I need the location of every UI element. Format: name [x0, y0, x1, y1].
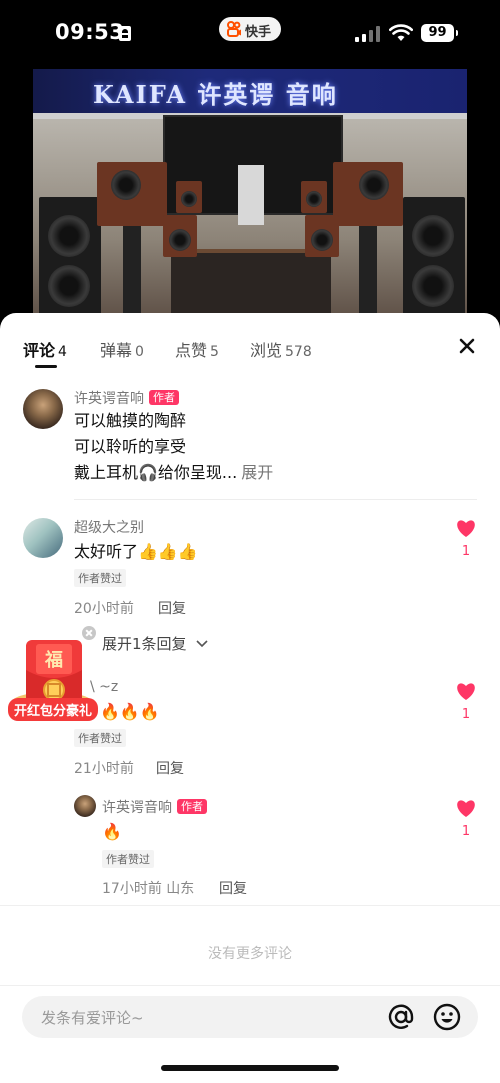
- like-button[interactable]: 1: [451, 518, 481, 559]
- comment-text: 太好听了👍👍👍: [74, 542, 198, 561]
- tab-views[interactable]: 浏览 578: [250, 337, 312, 361]
- like-count: 1: [461, 824, 471, 839]
- divider: [74, 499, 477, 500]
- comment-text: 🔥🔥🔥: [100, 702, 160, 721]
- author-liked-badge: 作者赞过: [74, 569, 126, 587]
- reply-time-location: 17小时前 山东: [102, 881, 195, 897]
- reply-text: 🔥: [102, 822, 122, 841]
- red-envelope-char: 福: [44, 649, 63, 671]
- author-liked-badge: 作者赞过: [74, 729, 126, 747]
- avatar[interactable]: [74, 795, 96, 817]
- like-button[interactable]: 1: [451, 681, 481, 722]
- emoji-icon[interactable]: [432, 1002, 462, 1032]
- video-preview[interactable]: KAIFA 许英谔 音响: [33, 69, 467, 319]
- reply-username[interactable]: 许英谔音响 作者: [102, 797, 207, 817]
- app-name: 快手: [245, 25, 272, 40]
- video-speaker-mini-right: [301, 181, 327, 213]
- like-count: 1: [461, 544, 471, 559]
- video-speaker-wood-right: [333, 162, 403, 226]
- tab-danmaku[interactable]: 弹幕 0: [100, 337, 144, 361]
- comment-line: 可以触摸的陶醉: [74, 411, 187, 430]
- cellular-signal-icon: [355, 26, 381, 42]
- no-more-comments: 没有更多评论: [208, 946, 292, 962]
- red-envelope-label[interactable]: 开红包分豪礼: [8, 698, 99, 721]
- heart-icon: [457, 520, 475, 537]
- comment-time: 21小时前: [74, 761, 134, 777]
- kuaishou-logo-icon: [227, 21, 241, 37]
- contact-card-icon: [119, 26, 131, 41]
- tab-comments[interactable]: 评论 4: [23, 337, 67, 361]
- heart-icon: [457, 800, 475, 817]
- chevron-down-icon: [196, 640, 208, 648]
- author-badge: 作者: [177, 799, 207, 814]
- video-speaker-black-right: [403, 197, 465, 319]
- video-sign-text: KAIFA 许英谔 音响: [93, 80, 338, 109]
- home-indicator: [161, 1065, 339, 1071]
- divider: [0, 905, 500, 906]
- like-button[interactable]: 1: [451, 798, 481, 839]
- video-equipment-rack: [171, 249, 331, 319]
- video-speaker-small-right: [305, 215, 339, 257]
- expand-link[interactable]: 展开: [241, 463, 273, 482]
- expand-replies-button[interactable]: 展开1条回复: [102, 633, 209, 654]
- close-icon[interactable]: [456, 335, 478, 357]
- status-bar: 09:53 快手 99: [0, 0, 500, 62]
- status-time: 09:53: [55, 20, 125, 44]
- wifi-icon: [389, 24, 413, 41]
- app-indicator-pill[interactable]: 快手: [219, 17, 281, 41]
- comment-tabs: 评论 4 弹幕 0 点赞 5 浏览 578: [0, 313, 500, 373]
- video-speaker-small-left: [163, 215, 197, 257]
- author-liked-badge: 作者赞过: [102, 850, 154, 868]
- video-speaker-mini-left: [176, 181, 202, 213]
- author-badge: 作者: [149, 390, 179, 405]
- at-mention-icon[interactable]: [386, 1002, 416, 1032]
- video-store-sign: KAIFA 许英谔 音响: [33, 69, 467, 113]
- active-tab-underline: [35, 365, 57, 368]
- like-count: 1: [461, 707, 471, 722]
- video-speaker-black-left: [39, 197, 101, 319]
- avatar[interactable]: [23, 389, 63, 429]
- reply-button[interactable]: 回复: [156, 758, 184, 778]
- comment-line-last: 戴上耳机🎧给你呈现... 展开: [74, 463, 274, 482]
- comment-username[interactable]: 许英谔音响 作者: [74, 388, 179, 408]
- comment-username[interactable]: 超级大之别: [74, 517, 144, 537]
- divider: [0, 985, 500, 986]
- battery-indicator: 99: [421, 24, 458, 42]
- avatar[interactable]: [23, 518, 63, 558]
- video-speaker-wood-left: [97, 162, 167, 226]
- heart-icon: [457, 683, 475, 700]
- comment-text: 可以触摸的陶醉 可以聆听的享受 戴上耳机🎧给你呈现... 展开: [74, 408, 273, 486]
- comment-input[interactable]: 发条有爱评论~: [22, 996, 478, 1038]
- reply-button[interactable]: 回复: [158, 598, 186, 618]
- comment-input-placeholder: 发条有爱评论~: [41, 1009, 144, 1027]
- comment-line: 可以聆听的享受: [74, 437, 187, 456]
- tab-likes[interactable]: 点赞 5: [175, 337, 219, 361]
- reply-button[interactable]: 回复: [219, 878, 247, 898]
- comment-time: 20小时前: [74, 601, 134, 617]
